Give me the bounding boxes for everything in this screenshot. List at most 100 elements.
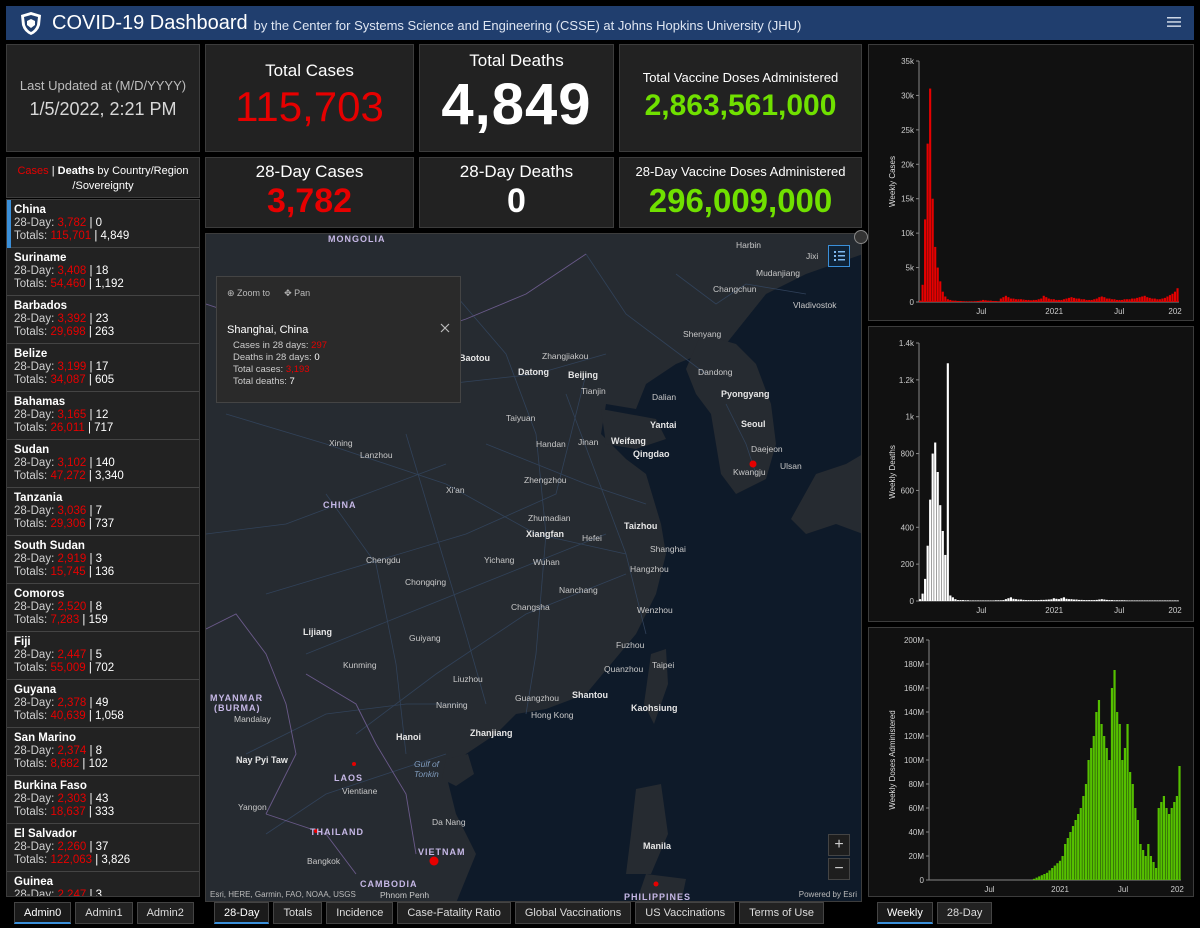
chart-bar — [1115, 600, 1119, 601]
tab-admin0[interactable]: Admin0 — [14, 902, 72, 924]
chart-bar — [1065, 598, 1068, 601]
map-city-label: Xi'an — [446, 485, 465, 495]
map-city-label: Shenyang — [683, 329, 722, 339]
chart-bar — [982, 600, 985, 601]
zoom-to-button[interactable]: ⊕ Zoom to — [227, 288, 270, 299]
chart-bar — [1108, 760, 1111, 880]
cases-toggle[interactable]: Cases — [17, 165, 48, 177]
chart-bar — [1131, 298, 1134, 302]
tab-incidence[interactable]: Incidence — [326, 902, 394, 924]
country-28day-label: 28-Day: — [14, 313, 58, 325]
admin-level-tabs: Admin0 Admin1 Admin2 — [14, 902, 194, 924]
country-28day-deaths: | 18 — [86, 265, 109, 277]
map-legend-button[interactable] — [828, 245, 850, 267]
country-list-item[interactable]: Barbados 28-Day: 3,392 | 23 Totals: 29,698… — [7, 296, 199, 344]
tab-terms-of-use[interactable]: Terms of Use — [739, 902, 824, 924]
country-list-item[interactable]: China 28-Day: 3,782 | 0 Totals: 115,701 | … — [7, 200, 199, 248]
zoom-out-button[interactable]: − — [828, 858, 850, 880]
country-list-item[interactable]: Suriname 28-Day: 3,408 | 18 Totals: 54,460… — [7, 248, 199, 296]
chart-bar — [944, 296, 947, 302]
country-list-item[interactable]: Guinea 28-Day: 2,247 | 3 — [7, 872, 199, 896]
chart-bar — [1157, 808, 1160, 880]
chart-bar — [992, 300, 995, 302]
country-list-item[interactable]: Comoros 28-Day: 2,520 | 8 Totals: 7,283 | … — [7, 584, 199, 632]
chart-bar — [1095, 599, 1098, 601]
country-list-item[interactable]: El Salvador 28-Day: 2,260 | 37 Totals: 122… — [7, 824, 199, 872]
tab-case-fatality-ratio[interactable]: Case-Fatality Ratio — [397, 902, 511, 924]
chart-x-tick-label: 2021 — [1045, 307, 1063, 316]
country-list-item[interactable]: Tanzania 28-Day: 3,036 | 7 Totals: 29,306 … — [7, 488, 199, 536]
tab-global-vaccinations[interactable]: Global Vaccinations — [514, 902, 632, 924]
country-list-item[interactable]: Belize 28-Day: 3,199 | 17 Totals: 34,087 |… — [7, 344, 199, 392]
tab-weekly[interactable]: Weekly — [877, 902, 933, 924]
country-totals-label: Totals: — [14, 854, 51, 866]
country-total-deaths: | 136 — [85, 566, 115, 578]
chart-bar — [1105, 748, 1108, 880]
country-list-item[interactable]: Burkina Faso 28-Day: 2,303 | 43 Totals: 18… — [7, 776, 199, 824]
chart-bar — [941, 291, 944, 302]
country-name: Suriname — [14, 252, 67, 264]
chart-bar — [1056, 863, 1059, 880]
chart-bar — [944, 554, 947, 601]
chart-bar — [1055, 598, 1058, 601]
tab-totals[interactable]: Totals — [273, 902, 323, 924]
country-list-item[interactable]: South Sudan 28-Day: 2,919 | 3 Totals: 15,7… — [7, 536, 199, 584]
country-totals-row: Totals: 7,283 | 159 — [14, 614, 199, 627]
expand-map-icon[interactable] — [854, 230, 868, 244]
hamburger-menu-icon[interactable] — [1166, 14, 1182, 30]
country-total-cases: 47,272 — [50, 470, 86, 482]
chart-y-tick-label: 400 — [901, 523, 915, 532]
country-list-item[interactable]: Fiji 28-Day: 2,447 | 5 Totals: 55,009 | 70… — [7, 632, 199, 680]
chart-bar — [1156, 299, 1159, 302]
country-list-item[interactable]: Sudan 28-Day: 3,102 | 140 Totals: 47,272 |… — [7, 440, 199, 488]
chart-bar — [969, 301, 972, 302]
chart-bar — [1103, 599, 1106, 601]
map-powered-by[interactable]: Powered by Esri — [799, 890, 857, 899]
country-list-item[interactable]: San Marino 28-Day: 2,374 | 8 Totals: 8,682… — [7, 728, 199, 776]
chart-bar — [972, 301, 975, 302]
zoom-in-button[interactable]: + — [828, 834, 850, 856]
chart-y-tick-label: 0 — [920, 876, 925, 885]
country-28day-cases: 2,303 — [57, 793, 87, 805]
country-28day-cases: 2,919 — [57, 553, 87, 565]
chart-bar — [1075, 599, 1078, 601]
chart-bar — [1166, 296, 1169, 302]
country-list[interactable]: China 28-Day: 3,782 | 0 Totals: 115,701 | … — [6, 199, 200, 897]
chart-bar — [1110, 600, 1113, 601]
chart-bar — [1166, 600, 1169, 601]
chart-bar — [1051, 868, 1054, 880]
popup-total-cases-label: Total cases: — [233, 364, 286, 375]
country-28day-row: 28-Day: 2,378 | 49 — [14, 697, 199, 710]
map-city-label: Mudanjiang — [756, 268, 800, 278]
chart-bar — [992, 600, 995, 601]
chart-y-tick-label: 0 — [910, 298, 915, 307]
total-deaths-label: Total Deaths — [469, 51, 564, 70]
close-icon[interactable] — [440, 323, 450, 333]
total-vaccine-value: 2,863,561,000 — [644, 89, 837, 122]
tab-admin2[interactable]: Admin2 — [136, 902, 194, 924]
pan-button[interactable]: ✥ Pan — [284, 288, 310, 299]
country-28day-deaths: | 17 — [86, 361, 109, 373]
map-city-label: Beijing — [568, 370, 599, 380]
tab-28-day[interactable]: 28-Day — [214, 902, 270, 924]
country-totals-row: Totals: 8,682 | 102 — [14, 758, 199, 771]
chart-bar — [929, 499, 932, 601]
chart-bar — [1105, 599, 1108, 601]
chart-bar — [936, 472, 939, 601]
chart-y-tick-label: 600 — [901, 486, 915, 495]
chart-bar — [1095, 712, 1098, 880]
deaths-toggle[interactable]: Deaths — [58, 165, 95, 177]
tab-28-day[interactable]: 28-Day — [936, 902, 993, 924]
tab-us-vaccinations[interactable]: US Vaccinations — [635, 902, 736, 924]
chart-x-tick-label: Jul — [976, 307, 986, 316]
tab-admin1[interactable]: Admin1 — [75, 902, 133, 924]
chart-bar — [1133, 600, 1136, 601]
map-city-label: Taiyuan — [506, 413, 536, 423]
country-list-item[interactable]: Guyana 28-Day: 2,378 | 49 Totals: 40,639 |… — [7, 680, 199, 728]
chart-bar — [1088, 299, 1091, 302]
country-totals-label: Totals: — [14, 614, 51, 626]
country-list-item[interactable]: Bahamas 28-Day: 3,165 | 12 Totals: 26,011 … — [7, 392, 199, 440]
chart-x-tick-label: 2021 — [1045, 606, 1063, 615]
country-28day-row: 28-Day: 3,392 | 23 — [14, 313, 199, 326]
chart-bar — [1019, 599, 1023, 601]
